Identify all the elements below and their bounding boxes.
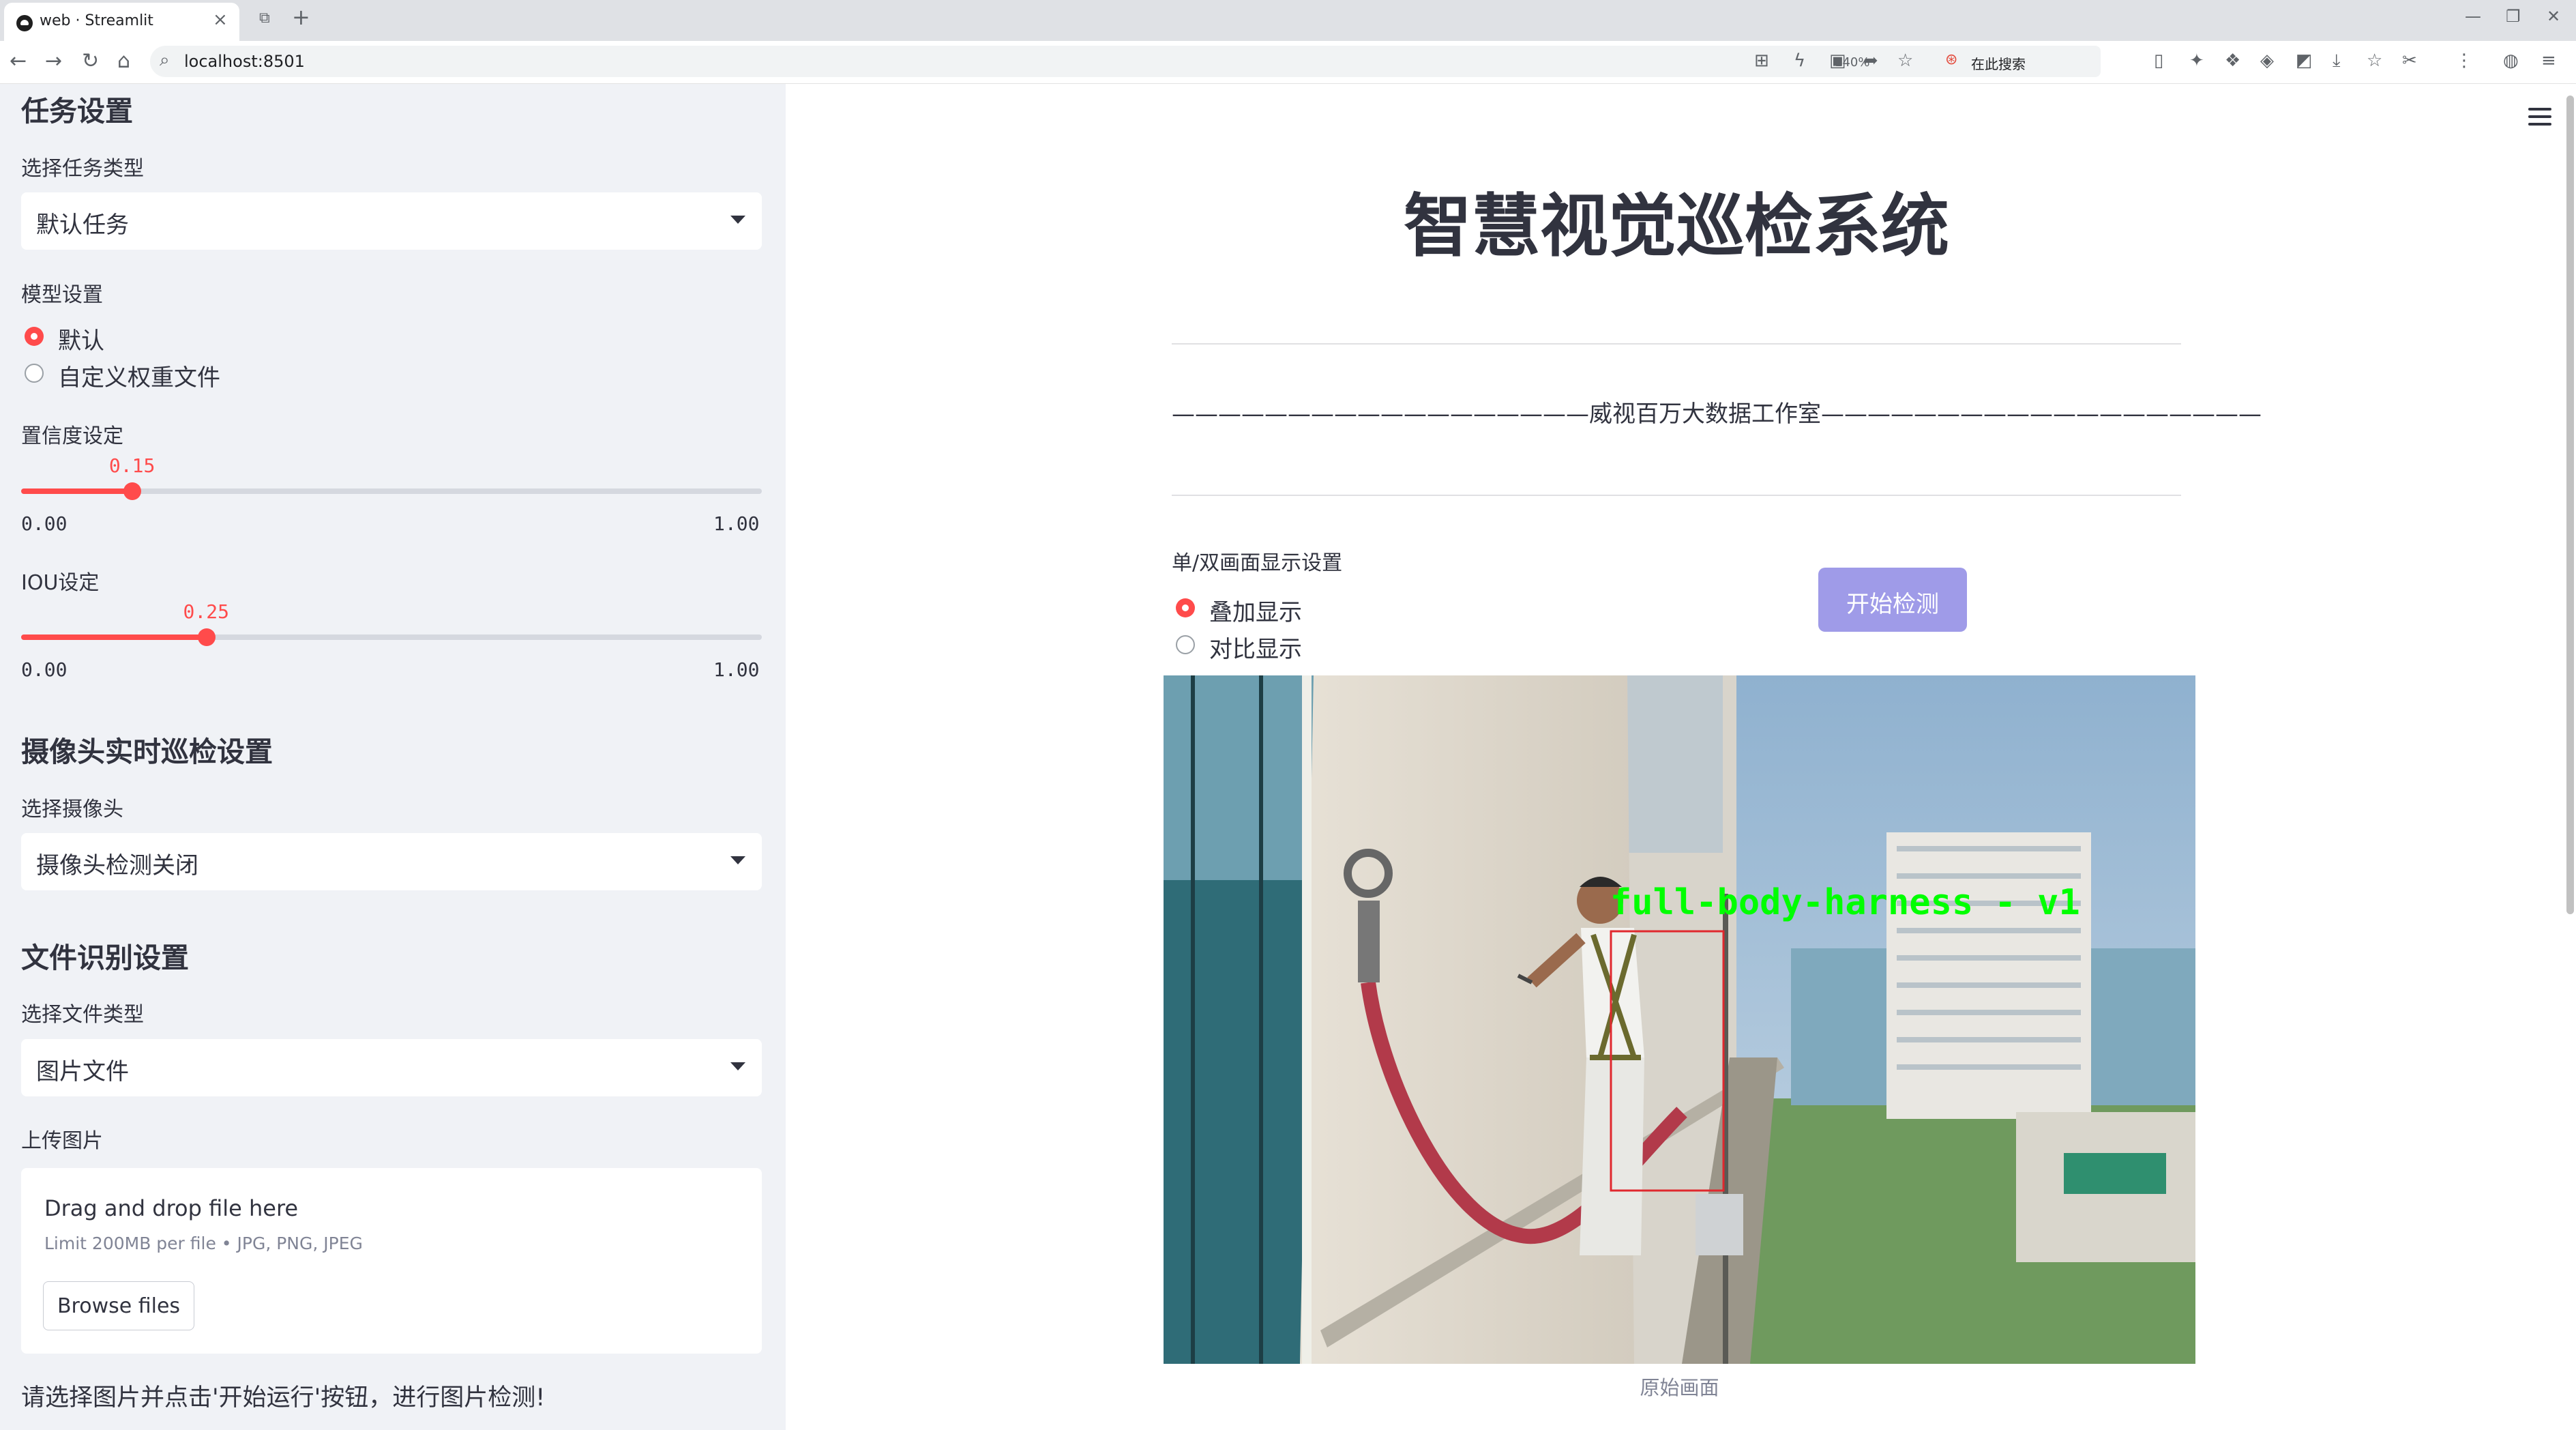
worker-scene-photo: full-body-harness - v1 <box>1164 675 2195 1364</box>
forward-icon[interactable]: → <box>45 49 62 73</box>
confidence-value: 0.15 <box>108 454 156 477</box>
upload-image-label: 上传图片 <box>21 1129 103 1153</box>
file-type-value: 图片文件 <box>36 1058 129 1085</box>
page-title: 智慧视觉巡检系统 <box>1404 186 1949 266</box>
menu-bar-line <box>2528 115 2551 118</box>
browser-tab-bar: web · Streamlit × ⧉ + — ❐ ✕ <box>0 0 2576 41</box>
tab-list-icon[interactable]: ⧉ <box>259 10 270 27</box>
confidence-min: 0.00 <box>21 512 68 535</box>
compare-display-radio[interactable] <box>1176 635 1195 654</box>
detection-label: full-body-harness - v1 <box>1610 882 2080 923</box>
task-type-label: 选择任务类型 <box>21 157 144 181</box>
chevron-down-icon <box>730 856 745 864</box>
browser-search-box[interactable]: ⊛ 在此搜索 <box>1937 46 2101 77</box>
mobile-icon[interactable]: ▯ <box>2154 50 2163 71</box>
browse-files-label: Browse files <box>57 1294 181 1318</box>
url-text[interactable]: localhost:8501 <box>184 52 305 71</box>
extension-icon[interactable]: ✦ <box>2189 50 2204 71</box>
iou-slider-thumb[interactable] <box>197 628 216 646</box>
lightning-icon[interactable]: ϟ <box>1794 50 1805 71</box>
file-type-label: 选择文件类型 <box>21 1003 144 1027</box>
confidence-max: 1.00 <box>713 512 760 535</box>
browser-toolbar: ← → ↻ ⌂ ⌕ localhost:8501 140% ⊞ ϟ ▣ ➦ ☆ … <box>0 41 2576 84</box>
camera-select-label: 选择摄像头 <box>21 798 123 821</box>
task-type-select[interactable]: 默认任务 <box>21 192 762 250</box>
upload-hint-text: 请选择图片并点击'开始运行'按钮，进行图片检测! <box>21 1384 546 1412</box>
overlay-display-radio[interactable] <box>1176 598 1195 617</box>
file-settings-header: 文件识别设置 <box>21 942 189 974</box>
browse-files-button[interactable]: Browse files <box>43 1281 194 1330</box>
camera-select-value: 摄像头检测关闭 <box>36 852 198 879</box>
close-tab-icon[interactable]: × <box>213 10 228 30</box>
start-detection-button[interactable]: 开始检测 <box>1818 568 1967 632</box>
sidebar: 任务设置 选择任务类型 默认任务 模型设置 默认 自定义权重文件 置信度设定 0… <box>0 84 786 1430</box>
minimize-icon[interactable]: — <box>2465 7 2481 26</box>
menu-bar-line <box>2528 108 2551 111</box>
confidence-label: 置信度设定 <box>21 424 123 448</box>
extension-icon-2[interactable]: ❖ <box>2225 50 2240 71</box>
file-type-select[interactable]: 图片文件 <box>21 1039 762 1096</box>
translate-icon[interactable]: ⊞ <box>1754 50 1769 71</box>
task-type-value: 默认任务 <box>36 211 129 239</box>
confidence-slider-fill <box>21 488 132 494</box>
compare-display-label[interactable]: 对比显示 <box>1209 630 1302 664</box>
browser-tab[interactable]: web · Streamlit × <box>4 3 239 41</box>
hamburger-menu-icon[interactable] <box>2528 108 2551 127</box>
reload-icon[interactable]: ↻ <box>82 49 99 73</box>
iou-min: 0.00 <box>21 658 68 681</box>
dropzone-limit-text: Limit 200MB per file • JPG, PNG, JPEG <box>44 1234 363 1253</box>
extension-icon-3[interactable]: ◈ <box>2260 50 2274 71</box>
home-icon[interactable]: ⌂ <box>117 49 130 73</box>
file-dropzone[interactable]: Drag and drop file here Limit 200MB per … <box>21 1168 762 1354</box>
profile-avatar-icon[interactable]: ◍ <box>2503 50 2519 71</box>
menu-dots-icon[interactable]: ⋮ <box>2455 50 2473 71</box>
start-detection-label: 开始检测 <box>1846 591 1939 618</box>
capture-icon[interactable]: ▣ <box>1829 50 1846 71</box>
search-engine-icon: ⊛ <box>1945 51 1958 68</box>
iou-slider[interactable] <box>21 634 762 640</box>
close-window-icon[interactable]: ✕ <box>2547 7 2560 26</box>
image-caption: 原始画面 <box>1640 1376 1719 1399</box>
share-icon[interactable]: ➦ <box>1863 50 1878 71</box>
detection-result-image: full-body-harness - v1 <box>1164 675 2195 1364</box>
model-settings-label: 模型设置 <box>21 283 103 307</box>
model-custom-label[interactable]: 自定义权重文件 <box>58 359 220 392</box>
favorites-icon[interactable]: ☆ <box>2367 50 2382 71</box>
tab-title: web · Streamlit <box>40 12 153 29</box>
iou-label: IOU设定 <box>21 571 100 595</box>
iou-value: 0.25 <box>183 600 229 623</box>
model-default-label[interactable]: 默认 <box>58 322 104 355</box>
search-icon: ⌕ <box>160 50 170 70</box>
extension-icon-4[interactable]: ◩ <box>2296 50 2313 71</box>
display-mode-label: 单/双画面显示设置 <box>1172 551 1343 575</box>
chevron-down-icon <box>730 216 745 224</box>
iou-max: 1.00 <box>713 658 760 681</box>
camera-settings-header: 摄像头实时巡检设置 <box>21 735 273 768</box>
tools-icon[interactable]: ✂ <box>2402 50 2417 71</box>
studio-subtitle: ——————————————————威视百万大数据工作室————————————… <box>1172 400 2262 428</box>
page-scrollbar[interactable] <box>2566 96 2574 914</box>
download-icon[interactable]: ⤓ <box>2333 50 2341 72</box>
new-tab-icon[interactable]: + <box>292 4 310 30</box>
browser-menu-icon[interactable]: ≡ <box>2541 50 2556 71</box>
overlay-display-label[interactable]: 叠加显示 <box>1209 594 1302 627</box>
model-custom-radio[interactable] <box>25 364 44 383</box>
divider-top <box>1172 343 2181 345</box>
confidence-slider-thumb[interactable] <box>123 482 141 500</box>
task-settings-header: 任务设置 <box>21 95 133 128</box>
browser-search-placeholder: 在此搜索 <box>1971 56 2026 72</box>
address-bar[interactable]: ⌕ localhost:8501 140% <box>150 46 2060 77</box>
chevron-down-icon <box>730 1062 745 1070</box>
iou-slider-fill <box>21 634 207 640</box>
menu-bar-line <box>2528 123 2551 126</box>
divider-bottom <box>1172 495 2181 496</box>
camera-select[interactable]: 摄像头检测关闭 <box>21 833 762 890</box>
dropzone-instructions: Drag and drop file here <box>44 1195 299 1221</box>
back-icon[interactable]: ← <box>10 49 27 73</box>
bookmark-star-icon[interactable]: ☆ <box>1897 50 1913 71</box>
streamlit-favicon-icon <box>16 15 33 31</box>
restore-icon[interactable]: ❐ <box>2506 7 2521 26</box>
model-default-radio[interactable] <box>25 327 44 346</box>
